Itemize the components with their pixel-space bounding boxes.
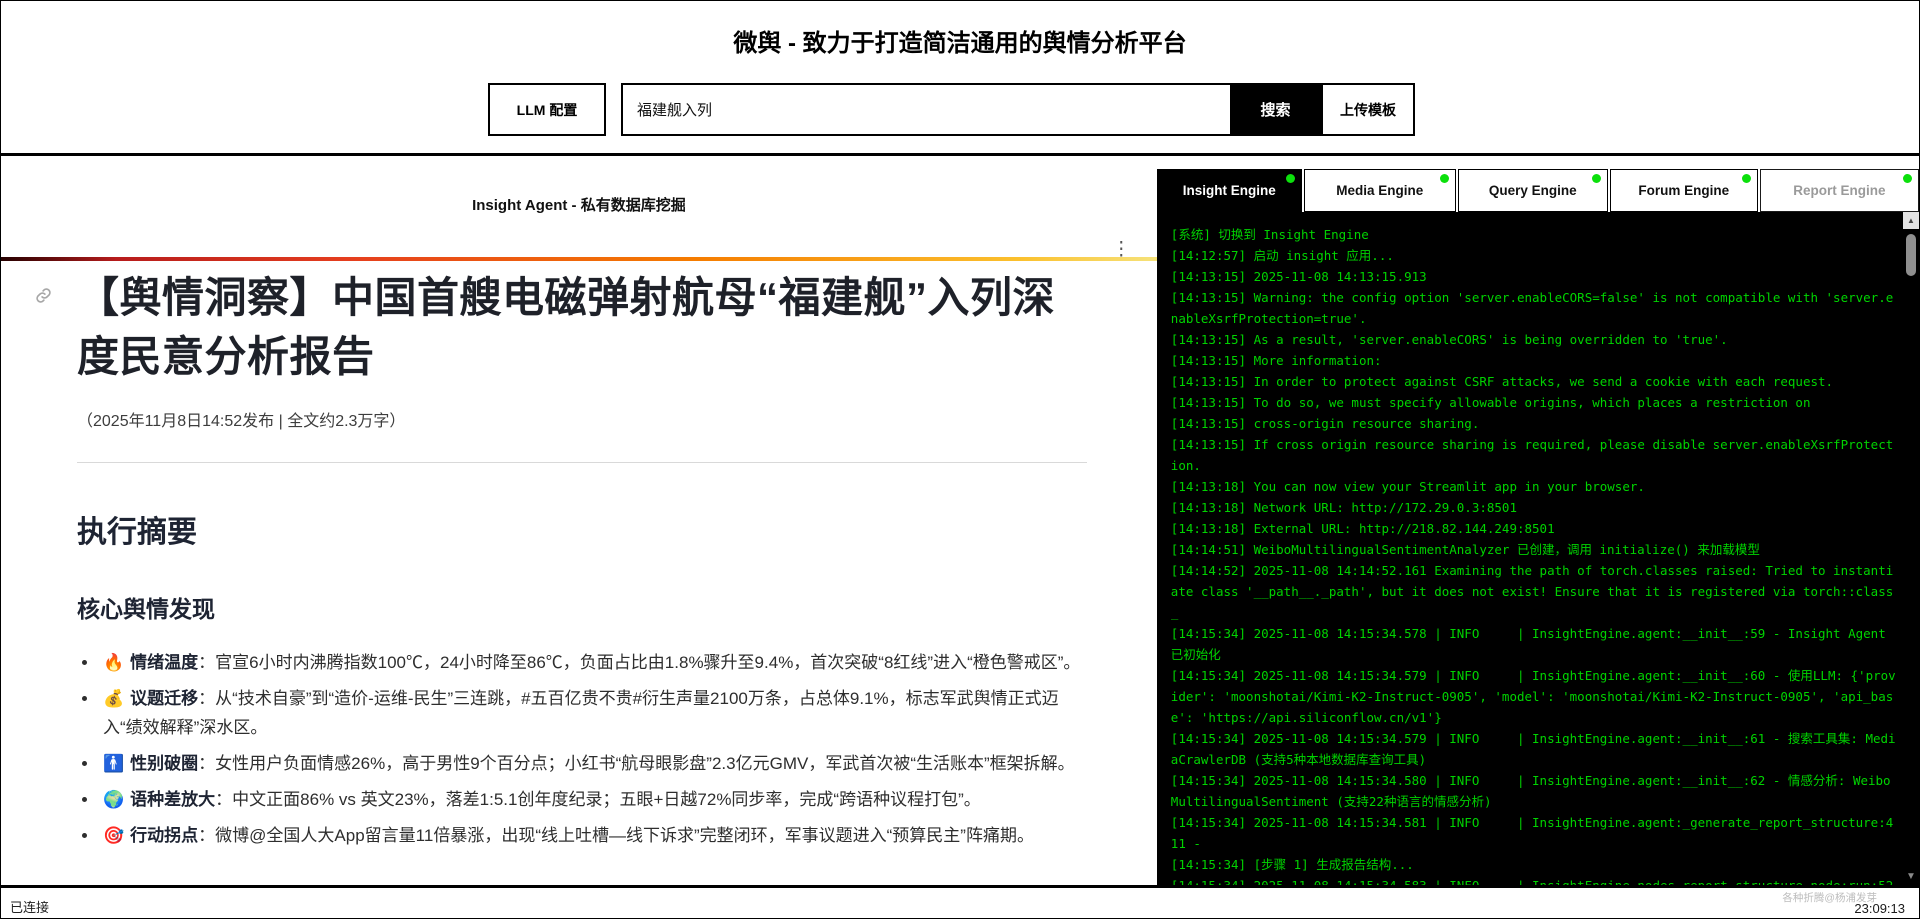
finding-label: 情绪温度 xyxy=(130,653,199,672)
terminal-log: [系统] 切换到 Insight Engine [14:12:57] 启动 in… xyxy=(1170,227,1896,885)
tab-forum-engine[interactable]: Forum Engine xyxy=(1609,169,1758,212)
scrollbar-thumb[interactable] xyxy=(1906,234,1916,276)
findings-list: 🔥 情绪温度：官宣6小时内沸腾指数100℃，24小时降至86℃，负面占比由1.8%… xyxy=(77,648,1087,850)
status-bar: 已连接 各种折腾@杨浦发芽 23:09:13 xyxy=(1,885,1919,918)
report-meta: （2025年11月8日14:52发布 | 全文约2.3万字） xyxy=(77,413,406,430)
finding-label: 议题迁移 xyxy=(130,689,199,708)
scroll-down-icon[interactable]: ▼ xyxy=(1905,871,1917,882)
finding-text: ：从“技术自豪”到“造价-运维-民生”三连跳，#五百亿贵不贵#衍生声量2100万… xyxy=(103,689,1059,737)
main-area: Insight Agent - 私有数据库挖掘 ⋮ 【舆情洞察】中国首艘电磁弹射… xyxy=(1,156,1919,885)
app-title: 微舆 - 致力于打造简洁通用的舆情分析平台 xyxy=(733,30,1187,57)
tab-label: Insight Engine xyxy=(1182,183,1276,198)
section-exec-summary: 执行摘要 xyxy=(77,516,197,549)
search-input[interactable] xyxy=(623,85,1230,134)
log-terminal: [系统] 切换到 Insight Engine [14:12:57] 启动 in… xyxy=(1156,212,1919,885)
clock-text: 23:09:13 xyxy=(1854,901,1905,916)
finding-text: ：微博@全国人大App留言量11倍暴涨，出现“线上吐槽—线下诉求”完整闭环，军事… xyxy=(198,826,1034,845)
tab-media-engine[interactable]: Media Engine xyxy=(1303,169,1456,212)
insight-report-panel: Insight Agent - 私有数据库挖掘 ⋮ 【舆情洞察】中国首艘电磁弹射… xyxy=(1,156,1157,885)
finding-text: ：中文正面86% vs 英文23%，落差1:5.1创年度纪录；五眼+日越72%同… xyxy=(215,790,981,809)
tab-query-engine[interactable]: Query Engine xyxy=(1457,169,1608,212)
finding-label: 性别破圈 xyxy=(130,754,199,773)
divider xyxy=(77,462,1087,463)
mens-symbol-icon: 🚹 xyxy=(103,754,125,773)
report-title: 【舆情洞察】中国首艘电磁弹射航母“福建舰”入列深度民意分析报告 xyxy=(77,274,1056,380)
tab-label: Media Engine xyxy=(1336,183,1424,198)
llm-config-button[interactable]: LLM 配置 xyxy=(488,83,606,136)
finding-label: 行动拐点 xyxy=(130,826,199,845)
search-button[interactable]: 搜索 xyxy=(1230,85,1321,134)
finding-item: 💰 议题迁移：从“技术自豪”到“造价-运维-民生”三连跳，#五百亿贵不贵#衍生声量… xyxy=(99,684,1087,742)
tab-insight-engine[interactable]: Insight Engine xyxy=(1156,169,1302,212)
app-header: 微舆 - 致力于打造简洁通用的舆情分析平台 LLM 配置 搜索 上传模板 xyxy=(1,1,1919,156)
finding-text: ：官宣6小时内沸腾指数100℃，24小时降至86℃，负面占比由1.8%骤升至9.… xyxy=(198,653,1081,672)
finding-item: 🌍 语种差放大：中文正面86% vs 英文23%，落差1:5.1创年度纪录；五眼+… xyxy=(99,785,1087,814)
engine-tabs: Insight Engine Media Engine Query Engine… xyxy=(1156,156,1919,212)
tab-label: Forum Engine xyxy=(1638,183,1730,198)
search-group: 搜索 上传模板 xyxy=(621,83,1415,136)
tab-report-engine[interactable]: Report Engine xyxy=(1759,169,1919,212)
finding-item: 🚹 性别破圈：女性用户负面情感26%，高于男性9个百分点；小红书“航母眼影盘”2.… xyxy=(99,749,1087,778)
tab-label: Report Engine xyxy=(1793,183,1886,198)
finding-text: ：女性用户负面情感26%，高于男性9个百分点；小红书“航母眼影盘”2.3亿元GM… xyxy=(198,754,1075,773)
scroll-up-icon[interactable]: ▲ xyxy=(1903,212,1919,229)
terminal-scrollbar[interactable]: ▲ ▼ xyxy=(1903,212,1919,885)
tab-label: Query Engine xyxy=(1488,183,1577,198)
finding-label: 语种差放大 xyxy=(130,790,216,809)
status-dot xyxy=(1741,174,1751,183)
status-dot xyxy=(1591,174,1601,183)
connection-status: 已连接 xyxy=(10,900,50,915)
fire-icon: 🔥 xyxy=(103,653,125,672)
search-row: LLM 配置 搜索 上传模板 xyxy=(488,83,1415,136)
globe-icon: 🌍 xyxy=(103,790,125,809)
link-icon[interactable] xyxy=(35,287,52,309)
subsection-core-findings: 核心舆情发现 xyxy=(77,596,215,622)
kebab-menu-icon[interactable]: ⋮ xyxy=(1112,240,1131,259)
target-icon: 🎯 xyxy=(103,826,125,845)
money-bag-icon: 💰 xyxy=(103,689,125,708)
panel-title: Insight Agent - 私有数据库挖掘 xyxy=(472,197,686,214)
app-window: 微舆 - 致力于打造简洁通用的舆情分析平台 LLM 配置 搜索 上传模板 Ins… xyxy=(0,0,1920,919)
finding-item: 🎯 行动拐点：微博@全国人大App留言量11倍暴涨，出现“线上吐槽—线下诉求”完整… xyxy=(99,821,1087,850)
engine-console-panel: Insight Engine Media Engine Query Engine… xyxy=(1156,156,1919,885)
upload-template-button[interactable]: 上传模板 xyxy=(1321,85,1413,134)
finding-item: 🔥 情绪温度：官宣6小时内沸腾指数100℃，24小时降至86℃，负面占比由1.8%… xyxy=(99,648,1087,677)
report-content: 【舆情洞察】中国首艘电磁弹射航母“福建舰”入列深度民意分析报告 （2025年11… xyxy=(1,261,1157,885)
status-dot xyxy=(1285,174,1295,183)
status-dot xyxy=(1439,174,1449,183)
status-dot xyxy=(1903,174,1912,183)
